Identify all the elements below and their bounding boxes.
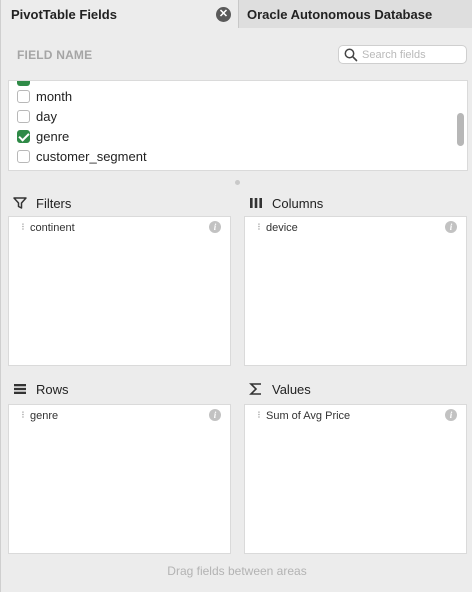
field-label: genre: [36, 128, 70, 144]
area-title-label: Rows: [36, 381, 69, 397]
checkbox[interactable]: [17, 149, 30, 163]
filter-icon: [12, 196, 28, 210]
area-field-label: device: [266, 222, 298, 234]
area-title-label: Columns: [272, 195, 324, 211]
values-area-title: Values: [248, 380, 311, 398]
info-icon[interactable]: i: [445, 409, 457, 421]
tab-oracle-autonomous-database[interactable]: Oracle Autonomous Database: [239, 0, 472, 28]
filters-drop-area[interactable]: ⁝ continent i: [8, 216, 231, 366]
splitter-handle[interactable]: [235, 180, 240, 185]
area-field-continent[interactable]: ⁝ continent i: [9, 217, 230, 239]
field-label: day: [36, 108, 57, 124]
list-item-genre[interactable]: genre: [17, 126, 69, 146]
filters-area-title: Filters: [12, 194, 71, 212]
field-list: month day genre customer_segment: [8, 80, 468, 171]
info-icon[interactable]: i: [209, 409, 221, 421]
sigma-icon: [248, 382, 264, 396]
area-field-label: Sum of Avg Price: [266, 410, 351, 422]
field-list-header: FIELD NAME: [1, 29, 472, 79]
search-input[interactable]: [362, 47, 462, 62]
rows-drop-area[interactable]: ⁝ genre i: [8, 404, 231, 554]
area-field-label: genre: [30, 410, 59, 422]
info-icon[interactable]: i: [209, 221, 221, 233]
checkbox[interactable]: [17, 109, 30, 123]
area-field-label: continent: [30, 222, 75, 234]
list-item-day[interactable]: day: [17, 106, 57, 126]
columns-area-title: Columns: [248, 194, 323, 212]
drag-hint-text: Drag fields between areas: [167, 564, 307, 578]
area-field-genre[interactable]: ⁝ genre i: [9, 405, 230, 427]
drag-handle-icon[interactable]: ⁝: [19, 223, 27, 233]
scrollbar-thumb[interactable]: [457, 113, 464, 146]
columns-drop-area[interactable]: ⁝ device i: [244, 216, 467, 366]
columns-icon: [248, 196, 264, 210]
close-icon[interactable]: ✕: [216, 7, 231, 22]
area-field-device[interactable]: ⁝ device i: [245, 217, 466, 239]
area-field-sum-of-avg-price[interactable]: ⁝ Sum of Avg Price i: [245, 405, 466, 427]
area-title-label: Filters: [36, 195, 72, 211]
tab-label: PivotTable Fields: [11, 6, 117, 22]
checkbox[interactable]: [17, 89, 30, 103]
pivot-table-fields-panel: PivotTable Fields ✕ Oracle Autonomous Da…: [0, 0, 472, 592]
pane-tabs: PivotTable Fields ✕ Oracle Autonomous Da…: [1, 0, 472, 28]
field-label: month: [36, 88, 73, 104]
list-item-customer-segment[interactable]: customer_segment: [17, 146, 147, 166]
search-fields-box[interactable]: [338, 45, 467, 64]
rows-area-title: Rows: [12, 380, 69, 398]
tab-pivottable-fields[interactable]: PivotTable Fields ✕: [1, 0, 239, 28]
info-icon[interactable]: i: [445, 221, 457, 233]
area-title-label: Values: [272, 381, 311, 397]
rows-icon: [12, 382, 28, 396]
drag-handle-icon[interactable]: ⁝: [19, 411, 27, 421]
drag-handle-icon[interactable]: ⁝: [255, 411, 263, 421]
list-item-month[interactable]: month: [17, 86, 72, 106]
search-icon: [344, 48, 358, 67]
tab-label: Oracle Autonomous Database: [247, 6, 433, 22]
field-name-heading: FIELD NAME: [17, 48, 93, 62]
field-label: customer_segment: [36, 148, 147, 164]
checkbox-checked[interactable]: [17, 129, 30, 143]
values-drop-area[interactable]: ⁝ Sum of Avg Price i: [244, 404, 467, 554]
drag-handle-icon[interactable]: ⁝: [255, 223, 263, 233]
